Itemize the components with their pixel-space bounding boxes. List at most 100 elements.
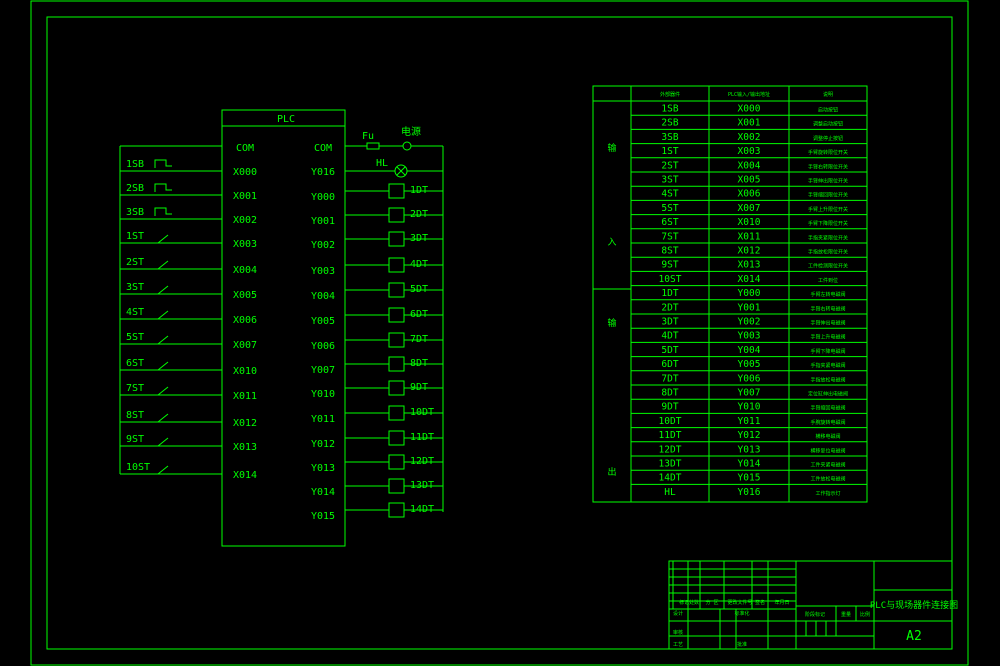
io-table-row: 2DT Y001 手臂右转电磁阀	[631, 299, 867, 313]
io-device-cell: 1SB	[661, 104, 678, 115]
io-description-cell: 手臂缩回电磁阀	[810, 405, 845, 412]
input-device-label: 5ST	[126, 332, 144, 343]
output-row: Y000 1DT	[311, 183, 443, 203]
io-address-cell: Y001	[738, 302, 761, 313]
io-description-cell: 工件放松电磁阀	[810, 476, 845, 483]
input-row: 1SB X000	[120, 159, 257, 178]
coil-icon	[388, 454, 405, 470]
io-address-cell: Y015	[738, 473, 761, 484]
io-description-cell: 手臂下降限位开关	[808, 220, 848, 227]
io-address-cell: Y007	[738, 388, 761, 399]
input-address: X002	[233, 215, 257, 226]
io-device-cell: 3DT	[661, 317, 678, 328]
output-device-label: 11DT	[410, 432, 434, 443]
io-description-cell: 手指放松限位开关	[808, 249, 848, 256]
io-table-row: 10ST X014 工件到位	[631, 270, 867, 285]
input-device-label: 6ST	[126, 358, 144, 369]
tb-label-review: 审核	[673, 629, 683, 636]
com-right-label: COM	[314, 143, 332, 154]
input-address: X007	[233, 340, 257, 351]
io-address-cell: Y010	[738, 402, 761, 413]
io-table-row: 8ST X012 手指放松限位开关	[631, 242, 867, 257]
io-table-row: 3DT Y002 手臂伸出电磁阀	[631, 313, 867, 328]
io-device-cell: 5DT	[661, 345, 678, 356]
input-device-label: 3SB	[126, 207, 144, 218]
io-device-cell: 5ST	[661, 203, 678, 214]
tb-label-sign: 签名	[755, 599, 765, 606]
output-address: Y010	[311, 389, 335, 400]
io-table-row: 9ST X013 工件检测限位开关	[631, 256, 867, 271]
io-device-cell: 4DT	[661, 331, 678, 342]
output-row: Y004 5DT	[311, 282, 443, 302]
io-device-cell: 9ST	[661, 260, 678, 271]
io-table-row: 1DT Y000 手臂左转电磁阀	[631, 285, 867, 299]
input-row: 7ST X011	[120, 383, 257, 402]
output-row: Y002 3DT	[311, 231, 443, 251]
output-row: Y007 8DT	[311, 356, 443, 376]
io-table-row: 8DT Y007 定位缸伸出电磁阀	[631, 384, 867, 399]
io-device-cell: 6ST	[661, 217, 678, 228]
io-device-cell: 3SB	[661, 132, 678, 143]
power-terminal	[402, 141, 412, 151]
io-table-row: 6ST X010 手臂下降限位开关	[631, 214, 867, 228]
input-device-label: 9ST	[126, 434, 144, 445]
io-device-cell: 2DT	[661, 302, 678, 313]
output-row: Y001 2DT	[311, 207, 443, 227]
input-address: X006	[233, 315, 257, 326]
output-device-label: 8DT	[410, 358, 428, 369]
io-device-cell: 8ST	[661, 246, 678, 257]
io-table-row: 7ST X011 手指夹紧限位开关	[631, 228, 867, 242]
io-group-output-1: 输	[607, 317, 616, 329]
limit-switch-icon	[157, 335, 169, 345]
output-address: Y003	[311, 266, 335, 277]
sheet-inner-border	[46, 16, 953, 650]
io-description-cell: 手指放松电磁阀	[810, 376, 845, 383]
io-device-cell: 11DT	[659, 430, 682, 441]
input-device-label: 8ST	[126, 410, 144, 421]
output-device-label: 4DT	[410, 259, 428, 270]
io-table-row: 1SB X000 启动按钮	[661, 104, 838, 115]
io-table-row: 6DT Y005 手指夹紧电磁阀	[631, 356, 867, 370]
io-address-cell: Y014	[738, 459, 761, 470]
output-address: Y012	[311, 439, 335, 450]
io-device-cell: 7ST	[661, 231, 678, 242]
input-row: 8ST X012	[120, 410, 257, 429]
coil-icon	[388, 502, 405, 518]
tb-label-standard: 标准化	[734, 610, 749, 617]
io-table-rows: 1SB X000 启动按钮2SB X001 调整启动按钮3SB X002 调整停止按钮1ST…	[631, 104, 867, 498]
output-device-label: 5DT	[410, 284, 428, 295]
input-device-label: 3ST	[126, 282, 144, 293]
io-device-cell: HL	[664, 487, 676, 498]
coil-icon	[388, 405, 405, 421]
input-device-label: 1ST	[126, 231, 144, 242]
io-description-cell: 手臂缩回限位开关	[808, 192, 848, 199]
limit-switch-icon	[157, 310, 169, 320]
io-address-cell: Y011	[738, 416, 761, 427]
io-table: 外部器件 PLC输入/输出地址 说明 输 入 输 出 1SB X000 启动按钮2S…	[592, 85, 868, 503]
coil-icon	[388, 207, 405, 223]
io-description-cell: 调整停止按钮	[813, 135, 843, 142]
io-device-cell: 10ST	[659, 274, 682, 285]
io-address-cell: X000	[738, 104, 761, 115]
input-row: 2ST X004	[120, 257, 257, 276]
io-description-cell: 启动按钮	[818, 107, 838, 114]
coil-icon	[388, 430, 405, 446]
io-device-cell: 3ST	[661, 175, 678, 186]
io-address-cell: X007	[738, 203, 761, 214]
input-device-label: 2ST	[126, 257, 144, 268]
tb-label-approve: 批准	[737, 641, 747, 648]
plc-wiring-diagram: PLC COM COM 1SB X000 2SB X001 3SB X002 1ST X003…	[119, 109, 444, 547]
io-group-input-1: 输	[607, 142, 616, 154]
coil-icon	[388, 332, 405, 348]
output-address: Y013	[311, 463, 335, 474]
io-description-cell: 手指夹紧电磁阀	[810, 362, 845, 369]
io-description-cell: 定位缸伸出电磁阀	[808, 391, 848, 398]
lamp-label: HL	[376, 158, 388, 169]
output-row: Y015 14DT	[311, 502, 443, 522]
io-address-cell: X004	[738, 160, 761, 171]
output-row: Y011 10DT	[311, 405, 443, 425]
lamp-output-address: Y016	[311, 167, 335, 178]
io-table-row: 7DT Y006 手指放松电磁阀	[631, 370, 867, 384]
io-address-cell: X011	[738, 231, 761, 242]
output-device-label: 13DT	[410, 480, 434, 491]
